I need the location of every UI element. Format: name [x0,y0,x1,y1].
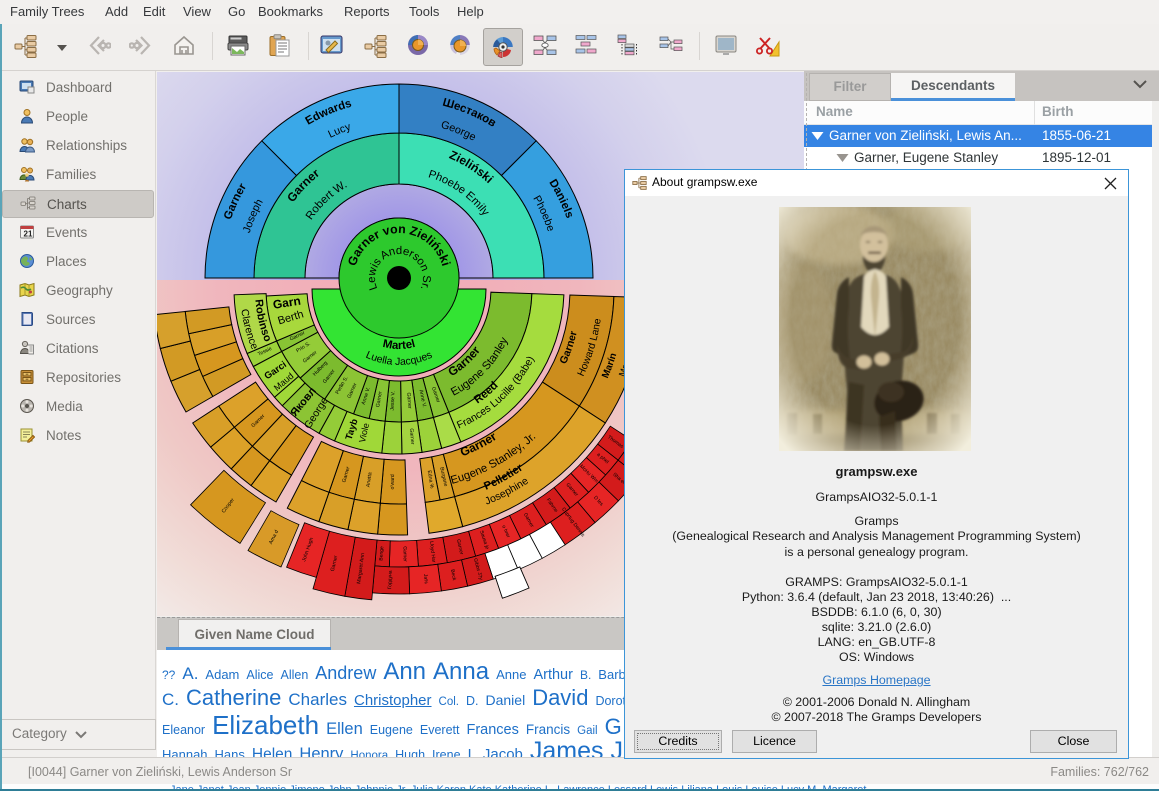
svg-text:Гордуна: Гордуна [387,570,393,589]
svg-text:Benge: Benge [378,546,385,561]
svg-text:Garner: Garner [401,546,407,562]
svg-text:Ja%: Ja% [422,574,429,585]
svg-text:Jesse V.: Jesse V. [390,391,397,411]
svg-text:Garner: Garner [408,428,415,445]
svg-text:21: 21 [24,230,33,239]
svg-text:Martel: Martel [382,338,417,352]
svg-text:o'ward: o'ward [390,474,396,489]
svg-text:Garner: Garner [405,392,412,409]
